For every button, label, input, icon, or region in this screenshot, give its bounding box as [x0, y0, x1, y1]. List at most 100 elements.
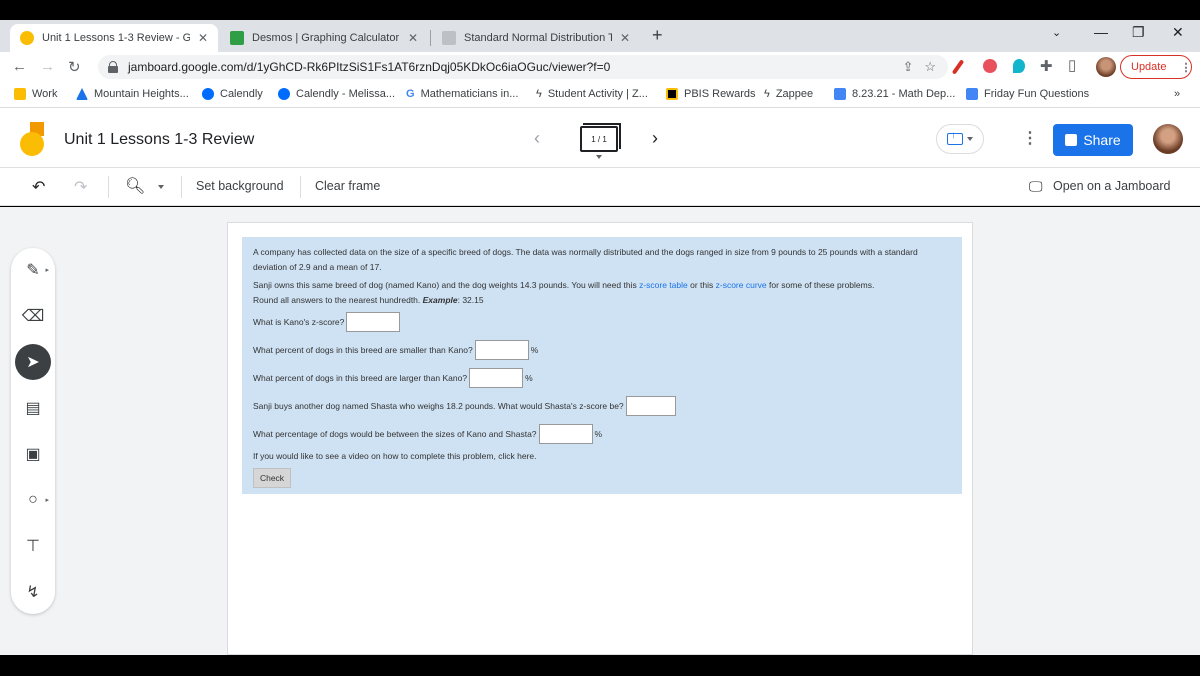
cast-icon	[947, 130, 963, 145]
bookmark-mountain-heights[interactable]: Mountain Heights...	[76, 88, 189, 100]
bookmark-label: Calendly - Melissa...	[296, 88, 396, 100]
bookmark-student-activity[interactable]: ϟ Student Activity | Z...	[536, 88, 648, 100]
sticky-note-tool[interactable]: ▤	[15, 390, 51, 426]
back-arrow-icon[interactable]: ←	[12, 58, 27, 75]
answer-input[interactable]	[346, 312, 401, 332]
letterbox-top	[0, 0, 1200, 20]
image-tool[interactable]: ▣	[15, 436, 51, 472]
zoom-chevron-down-icon[interactable]	[158, 185, 164, 189]
puzzle-extension-icon[interactable]: ✚	[1040, 57, 1053, 75]
new-tab-plus-icon[interactable]: +	[652, 25, 663, 46]
cursor-arrow-icon: ➤	[26, 354, 40, 371]
z-score-curve-link[interactable]: z-score curve	[716, 280, 767, 290]
z-score-table-link[interactable]: z-score table	[639, 280, 688, 290]
bookmark-mathematicians[interactable]: G Mathematicians in...	[406, 88, 518, 100]
set-background-button[interactable]: Set background	[196, 179, 284, 193]
submenu-arrow-icon: ▸	[45, 267, 49, 274]
frame-indicator[interactable]: 1 / 1	[580, 123, 621, 152]
redo-icon[interactable]: ↷	[74, 177, 87, 197]
pen-tool[interactable]: ✎ ▸	[15, 252, 51, 288]
tab-desmos[interactable]: Desmos | Graphing Calculator ✕	[220, 24, 428, 52]
question-text: What percentage of dogs would be between…	[253, 428, 537, 439]
toolbar-divider	[108, 176, 109, 198]
zoom-icon[interactable]: 🔍︎	[125, 176, 145, 196]
question-5: What percentage of dogs would be between…	[253, 424, 951, 444]
profile-avatar[interactable]	[1096, 57, 1116, 77]
side-panel-icon[interactable]: ▯	[1068, 56, 1076, 74]
question-3: What percent of dogs in this breed are l…	[253, 368, 951, 388]
monitor-icon[interactable]: 🖵︎	[1029, 178, 1043, 195]
share-label: Share	[1083, 132, 1121, 148]
more-options-icon[interactable]: ⋮	[1022, 128, 1038, 148]
page-favicon-icon	[442, 31, 456, 45]
close-icon[interactable]: ✕	[408, 31, 418, 45]
bookmark-label: Work	[32, 88, 58, 100]
lock-icon	[108, 61, 118, 73]
bookmarks-overflow-icon[interactable]: »	[1174, 88, 1180, 100]
update-button[interactable]: Update ⋮	[1120, 55, 1192, 79]
account-avatar[interactable]	[1153, 124, 1183, 154]
close-icon[interactable]: ✕	[620, 31, 630, 45]
text-box-tool[interactable]: ⊤	[15, 528, 51, 564]
folder-icon	[14, 88, 26, 100]
bookmark-label: Mathematicians in...	[420, 88, 519, 100]
bookmark-calendly[interactable]: Calendly	[202, 88, 263, 100]
answer-input[interactable]	[538, 424, 593, 444]
problem-panel: A company has collected data on the size…	[242, 237, 962, 494]
shape-tool[interactable]: ○ ▸	[15, 482, 51, 518]
video-help-link[interactable]: If you would like to see a video on how …	[253, 449, 951, 464]
bookmark-pbis-rewards[interactable]: PBIS Rewards	[666, 88, 756, 100]
share-button[interactable]: Share	[1053, 124, 1133, 156]
check-button[interactable]: Check	[253, 468, 291, 488]
mountain-icon	[76, 88, 88, 100]
image-icon: ▣	[25, 446, 41, 463]
previous-frame-chevron-icon[interactable]: ‹	[534, 128, 540, 149]
eraser-tool[interactable]: ⌫	[15, 298, 51, 334]
bookmark-work[interactable]: Work	[14, 88, 57, 100]
share-page-icon[interactable]: ⇪ ☆	[903, 59, 936, 75]
tab-jamboard[interactable]: Unit 1 Lessons 1-3 Review - Goo ✕	[10, 24, 218, 52]
select-tool[interactable]: ➤	[15, 344, 51, 380]
bookmark-calendly-melissa[interactable]: Calendly - Melissa...	[278, 88, 395, 100]
bookmark-friday-fun[interactable]: Friday Fun Questions	[966, 88, 1089, 100]
problem-instructions: Sanji owns this same breed of dog (named…	[253, 278, 951, 308]
minimize-icon[interactable]: —	[1094, 24, 1108, 40]
window-close-icon[interactable]: ✕	[1172, 24, 1184, 41]
jam-frame[interactable]: A company has collected data on the size…	[227, 222, 973, 655]
open-on-jamboard-button[interactable]: Open on a Jamboard	[1053, 179, 1170, 193]
answer-input[interactable]	[625, 396, 676, 416]
desmos-favicon-icon	[230, 31, 244, 45]
address-bar[interactable]: jamboard.google.com/d/1yGhCD-Rk6PItzSiS1…	[98, 55, 948, 79]
answer-input[interactable]	[469, 368, 524, 388]
problem-intro: A company has collected data on the size…	[253, 247, 918, 272]
bookmark-zappee[interactable]: ϟ Zappee	[764, 88, 813, 100]
sticky-note-icon: ▤	[25, 400, 41, 417]
undo-icon[interactable]: ↶	[32, 177, 45, 197]
bookmark-math-dept[interactable]: 8.23.21 - Math Dep...	[834, 88, 955, 100]
frame-caret-icon[interactable]	[596, 155, 602, 159]
laser-tool[interactable]: ↯	[15, 574, 51, 610]
calendly-icon	[202, 88, 214, 100]
drop-extension-icon[interactable]	[1013, 59, 1025, 73]
jamboard-toolbar: ↶ ↷ 🔍︎ Set background Clear frame 🖵︎ Ope…	[0, 168, 1200, 206]
menu-kebab-icon[interactable]: ⋮	[1180, 61, 1191, 74]
restore-icon[interactable]: ❐	[1132, 24, 1145, 41]
tab-title: Standard Normal Distribution Tab	[464, 32, 612, 44]
instructions-text: for some of these problems.	[766, 280, 875, 290]
eraser-icon: ⌫	[21, 308, 45, 325]
url-text[interactable]: jamboard.google.com/d/1yGhCD-Rk6PItzSiS1…	[128, 60, 610, 74]
tab-normal-table[interactable]: Standard Normal Distribution Tab ✕	[432, 24, 640, 52]
jam-title[interactable]: Unit 1 Lessons 1-3 Review	[64, 131, 254, 149]
close-icon[interactable]: ✕	[198, 31, 208, 45]
clear-frame-button[interactable]: Clear frame	[315, 179, 380, 193]
toolbar-divider	[300, 176, 301, 198]
push-to-screen-button[interactable]	[936, 124, 984, 154]
next-frame-chevron-icon[interactable]: ›	[652, 128, 658, 149]
extension-red-icon[interactable]	[983, 59, 997, 73]
pen-extension-icon[interactable]	[951, 59, 965, 75]
forward-arrow-icon[interactable]: →	[40, 58, 55, 75]
answer-input[interactable]	[474, 340, 529, 360]
reload-icon[interactable]: ↻	[68, 58, 81, 76]
jamboard-favicon-icon	[20, 31, 34, 45]
tab-search-chevron-icon[interactable]: ⌄	[1052, 26, 1061, 39]
